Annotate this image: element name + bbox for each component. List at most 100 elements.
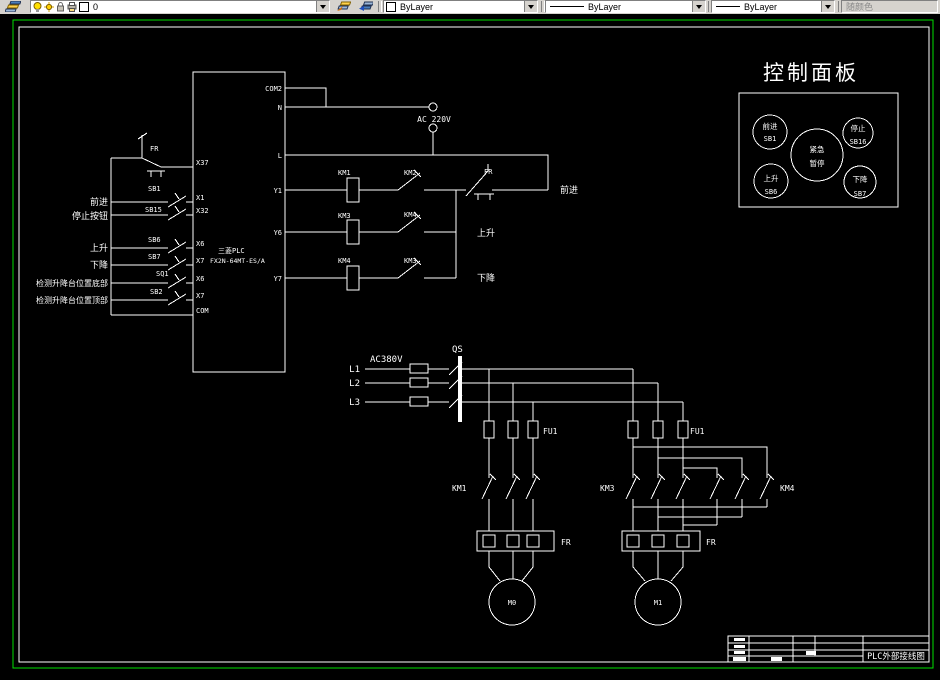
panel-btn-forward-id: SB1 bbox=[764, 135, 777, 143]
motor-m0-label: M0 bbox=[508, 599, 516, 607]
plc-pin-x6b: X6 bbox=[196, 275, 204, 283]
color-combo-dropdown[interactable] bbox=[524, 1, 537, 12]
interlock-km3-label: KM3 bbox=[404, 257, 417, 265]
lineweight-control-combo[interactable]: ByLayer bbox=[711, 0, 835, 13]
coil-km1-label: KM1 bbox=[338, 169, 351, 177]
interlock-km2-label: KM2 bbox=[404, 169, 417, 177]
toolbar-separator bbox=[378, 1, 382, 12]
motor-branch-m0: FU1 KM1 FR M0 bbox=[452, 420, 571, 626]
device-sb6-label: SB6 bbox=[148, 236, 161, 244]
coil-km3-label: KM3 bbox=[338, 212, 351, 220]
input-label-top-sensor: 检测升降台位置顶部 bbox=[36, 295, 108, 305]
plc-pin-x1: X1 bbox=[196, 194, 204, 202]
plotstyle-control-combo: 随颜色 bbox=[841, 0, 938, 13]
layer-combo-dropdown[interactable] bbox=[316, 1, 329, 12]
device-fr-label: FR bbox=[150, 145, 159, 153]
color-value: ByLayer bbox=[400, 1, 434, 12]
control-panel-title: 控制面板 bbox=[763, 61, 859, 85]
km1-contacts-label: KM1 bbox=[452, 484, 467, 493]
layers-dialog-button[interactable] bbox=[1, 0, 25, 13]
fr-label-branch2: FR bbox=[706, 538, 716, 547]
panel-btn-stop-id: SB16 bbox=[850, 138, 867, 146]
object-properties-toolbar: 0 ByLayer ByLayer ByLayer 随颜色 bbox=[0, 0, 940, 15]
panel-btn-down-id: SB7 bbox=[854, 190, 867, 198]
lineweight-sample bbox=[716, 6, 740, 7]
linetype-control-combo[interactable]: ByLayer bbox=[545, 0, 706, 13]
chevron-down-icon bbox=[528, 4, 534, 9]
plc-box: 三菱PLC FX2N-64MT-ES/A X37 X1 X32 X6 X7 X6… bbox=[192, 71, 286, 373]
linetype-value: ByLayer bbox=[588, 1, 622, 12]
interlock-km4-label: KM4 bbox=[404, 211, 417, 219]
row-label-up: 上升 bbox=[477, 228, 495, 239]
make-layer-current-button[interactable] bbox=[333, 0, 354, 13]
drawing-limits-border bbox=[12, 19, 934, 669]
plotstyle-value: 随颜色 bbox=[846, 2, 874, 12]
plc-pin-y1: Y1 bbox=[274, 187, 282, 195]
plc-pin-y6: Y6 bbox=[274, 229, 282, 237]
row-label-forward: 前进 bbox=[560, 184, 578, 196]
layer-plot-printer-icon bbox=[67, 1, 77, 12]
chevron-down-icon bbox=[320, 4, 326, 9]
output-ladder: KM1 KM2 FR KM3 KM4 KM4 KM3 前进 上升 下降 bbox=[285, 154, 578, 291]
ac220v-label: AC 220V bbox=[417, 115, 451, 124]
phase-l2-label: L2 bbox=[349, 379, 360, 389]
plc-name-line1: 三菱PLC bbox=[218, 246, 245, 255]
panel-btn-emergency-line1: 紧急 bbox=[810, 144, 825, 154]
device-sb2-label: SB2 bbox=[150, 288, 163, 296]
cad-application-window: 0 ByLayer ByLayer ByLayer 随颜色 三菱PLC FX2N… bbox=[0, 0, 940, 680]
fu1-label-branch2: FU1 bbox=[690, 427, 705, 436]
layer-on-bulb-icon bbox=[33, 1, 42, 12]
device-sb7-label: SB7 bbox=[148, 253, 161, 261]
layers-icon bbox=[5, 1, 21, 12]
chevron-down-icon bbox=[825, 4, 831, 9]
panel-btn-forward-label: 前进 bbox=[763, 121, 778, 131]
layer-control-combo[interactable]: 0 bbox=[30, 0, 330, 13]
km3-contacts-label: KM3 bbox=[600, 484, 615, 493]
panel-btn-emergency-line2: 暂停 bbox=[810, 158, 825, 168]
layer-previous-button[interactable] bbox=[355, 0, 376, 13]
control-panel-legend: 控制面板 前进 SB1 停止 SB16 紧急 暂停 上升 SB6 下降 SB7 bbox=[738, 61, 899, 208]
color-control-combo[interactable]: ByLayer bbox=[383, 0, 538, 13]
panel-btn-up-label: 上升 bbox=[764, 174, 779, 183]
plc-input-wiring: FR SB1 SB15 SB6 SB7 SQ1 SB2 前进 停止按钮 上升 下… bbox=[36, 132, 193, 316]
linetype-combo-dropdown[interactable] bbox=[692, 1, 705, 12]
plc-pin-x37: X37 bbox=[196, 159, 209, 167]
input-label-bottom-sensor: 检测升降台位置底部 bbox=[36, 278, 108, 288]
make-layer-current-icon bbox=[337, 1, 351, 11]
panel-btn-up-id: SB6 bbox=[765, 188, 778, 196]
phase-l1-label: L1 bbox=[349, 365, 360, 375]
title-block: PLC外部接线图 bbox=[727, 635, 930, 663]
motor-branch-m1: FU1 KM3 KM4 FR M1 bbox=[600, 420, 795, 626]
current-color-swatch bbox=[386, 1, 396, 12]
device-sb1-label: SB1 bbox=[148, 185, 161, 193]
plc-pin-n: N bbox=[278, 104, 282, 112]
thermal-fr-label: FR bbox=[484, 168, 493, 176]
input-label-stop: 停止按钮 bbox=[72, 210, 108, 222]
layer-color-swatch bbox=[79, 1, 89, 12]
ac380v-label: AC380V bbox=[370, 355, 403, 365]
input-label-down: 下降 bbox=[90, 259, 108, 271]
plc-pin-x7b: X7 bbox=[196, 292, 204, 300]
drawing-title: PLC外部接线图 bbox=[867, 651, 925, 662]
ac220v-supply: AC 220V bbox=[285, 87, 451, 155]
input-label-forward: 前进 bbox=[90, 196, 108, 208]
phase-l3-label: L3 bbox=[349, 398, 360, 408]
plc-pin-x6a: X6 bbox=[196, 240, 204, 248]
qs-switch-bar bbox=[458, 356, 462, 422]
input-label-up: 上升 bbox=[90, 243, 108, 254]
layer-previous-icon bbox=[359, 1, 373, 11]
lineweight-combo-dropdown[interactable] bbox=[821, 1, 834, 12]
layer-freeze-sun-icon bbox=[44, 1, 54, 12]
chevron-down-icon bbox=[696, 4, 702, 9]
power-circuit: L1 L2 L3 AC380V QS FU1 KM1 FR M0 FU1 KM3… bbox=[349, 345, 795, 626]
plc-pin-y7: Y7 bbox=[274, 275, 282, 283]
plc-pin-com2: COM2 bbox=[265, 85, 282, 93]
layer-lock-icon bbox=[57, 1, 64, 11]
lineweight-value: ByLayer bbox=[744, 1, 778, 12]
fu1-label-branch1: FU1 bbox=[543, 427, 558, 436]
device-sq1-label: SQ1 bbox=[156, 270, 169, 278]
plc-pin-com-left: COM bbox=[196, 307, 209, 315]
row-label-down: 下降 bbox=[477, 272, 495, 284]
drawing-canvas[interactable]: 三菱PLC FX2N-64MT-ES/A X37 X1 X32 X6 X7 X6… bbox=[0, 14, 940, 680]
coil-km4-label: KM4 bbox=[338, 257, 351, 265]
